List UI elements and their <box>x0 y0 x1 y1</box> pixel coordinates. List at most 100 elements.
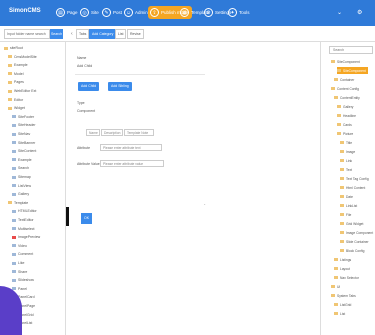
chevron-down-icon[interactable]: ⌄ <box>337 9 342 16</box>
breadcrumb-add-category[interactable]: Add Category <box>89 29 117 39</box>
folder-icon <box>4 46 8 50</box>
component-tree-item[interactable]: Image Component <box>340 229 373 236</box>
settings-icon: ⚙ <box>204 8 213 17</box>
sidebar-tree-item[interactable]: Slideshow <box>12 276 34 284</box>
component-tree-item[interactable]: Container <box>334 76 354 83</box>
publish-icon: ⇪ <box>150 8 159 17</box>
tab-tools[interactable]: ✦ Tools <box>228 6 250 19</box>
add-child-button[interactable]: Add Child <box>78 82 100 91</box>
filter-tab-description[interactable]: Description <box>101 129 123 136</box>
folder-icon <box>331 87 335 90</box>
component-tree-item[interactable]: UI <box>331 283 340 290</box>
component-tree-item[interactable]: Layout <box>334 265 350 272</box>
filter-tab-template-note[interactable]: Template Note <box>124 129 154 136</box>
component-tree-item[interactable]: Text <box>340 166 352 173</box>
component-tree-item[interactable]: Image <box>340 148 355 155</box>
component-tree-item[interactable]: Nav Selector <box>334 274 359 281</box>
file-icon <box>12 270 16 274</box>
component-tree-item[interactable]: Slide Container <box>340 238 369 245</box>
component-tree-item[interactable]: Text Tag Config <box>340 175 369 182</box>
sidebar-tree-item[interactable]: TextEditor <box>12 216 34 224</box>
add-sibling-button[interactable]: Add Sibling <box>108 82 132 91</box>
component-tree-item[interactable]: Link <box>340 157 352 164</box>
sidebar-tree-item[interactable]: Search <box>12 164 29 172</box>
folder-icon <box>334 276 338 279</box>
sidebar-tree-item[interactable]: SiteBanner <box>12 139 35 147</box>
component-tree-item[interactable]: Grid Widget <box>340 220 363 227</box>
component-tree-item[interactable]: List <box>334 310 345 317</box>
component-tree-item[interactable]: Picture <box>337 130 353 137</box>
sidebar-tree-label: Example <box>18 157 32 162</box>
component-tree-item[interactable]: System Tabs <box>331 292 356 299</box>
sidebar-tree-item[interactable]: Video <box>12 242 27 250</box>
component-tree-item[interactable]: ContentEntity <box>334 94 360 101</box>
component-tree-item[interactable]: Content Config <box>331 85 359 92</box>
gear-icon[interactable]: ⚙ <box>357 9 362 16</box>
component-tree-label: SiteComponent <box>343 68 366 73</box>
component-tree-item[interactable]: Title <box>340 139 352 146</box>
component-tree-item[interactable]: Headline <box>337 112 356 119</box>
component-tree-item[interactable]: SiteComponent <box>331 58 360 65</box>
center-dot: · <box>204 202 206 208</box>
file-icon <box>12 261 16 265</box>
sidebar-tree-item[interactable]: SiteContent <box>12 147 36 155</box>
component-tree-item[interactable]: Listings <box>334 256 351 263</box>
component-tree-item[interactable]: Html Content <box>340 184 365 191</box>
sidebar-tree-label: CmsModelSite <box>14 54 37 59</box>
sidebar-tree-label: ImagePreview <box>18 235 41 240</box>
component-tree-item[interactable]: Block Config <box>340 247 365 254</box>
component-tree-label: ListGrid <box>340 302 352 307</box>
component-tree-item[interactable]: ListGrid <box>334 301 351 308</box>
sidebar-tree-item[interactable]: ImagePreview <box>12 233 40 241</box>
attribute-value-input[interactable]: Please enter attribute value <box>100 160 164 167</box>
sidebar-tree-item[interactable]: WebEditor Ext <box>8 87 36 95</box>
sidebar-tree-item[interactable]: Pages <box>8 78 24 86</box>
sidebar-tree-item[interactable]: Example <box>8 61 28 69</box>
file-icon <box>12 141 16 145</box>
sidebar-tree-item[interactable]: Editor <box>8 96 23 104</box>
tab-post[interactable]: ✎ Post <box>102 6 122 19</box>
app-logo[interactable]: SimonCMS <box>9 8 41 14</box>
sidebar-tree-item[interactable]: Example <box>12 156 32 164</box>
sub-header: Input folder name search Search ‹ Tabs A… <box>0 26 375 42</box>
back-arrow-icon[interactable]: ‹ <box>71 31 73 37</box>
component-tree-item[interactable]: Date <box>340 193 353 200</box>
sidebar-tree-item[interactable]: siteRoot <box>4 44 23 52</box>
sidebar-tree-item[interactable]: Model <box>8 70 24 78</box>
attribute-input[interactable]: Please enter attribute text <box>100 144 162 151</box>
breadcrumb-revise[interactable]: Revise <box>127 29 144 39</box>
folder-search-input[interactable]: Input folder name search <box>4 29 50 39</box>
component-tree-item[interactable]: File <box>340 211 351 218</box>
sidebar-tree-item[interactable]: Multiselect <box>12 225 35 233</box>
component-tree-item[interactable]: Gallery <box>337 103 353 110</box>
sidebar-tree-item[interactable]: SiteHeader <box>12 121 36 129</box>
tab-site[interactable]: ◎ Site <box>80 6 99 19</box>
component-search-input[interactable]: Search <box>329 46 373 54</box>
filter-tab-name[interactable]: Name <box>86 129 100 136</box>
breadcrumb-list[interactable]: List <box>115 29 127 39</box>
sidebar-tree-item[interactable]: Sitemap <box>12 173 31 181</box>
component-tree-item[interactable]: Cards <box>337 121 352 128</box>
component-tree-item[interactable]: LinkList <box>340 202 357 209</box>
breadcrumb-tabs[interactable]: Tabs <box>76 29 90 39</box>
sidebar-tree-item[interactable]: SiteFooter <box>12 113 34 121</box>
sidebar-tree-item[interactable]: SiteNav <box>12 130 30 138</box>
file-icon <box>12 123 16 127</box>
sidebar-tree-item[interactable]: CmsModelSite <box>8 53 37 61</box>
folder-search-button[interactable]: Search <box>50 29 63 39</box>
component-tree-label: Link <box>346 158 353 163</box>
sidebar-tree-item[interactable]: Template <box>8 199 28 207</box>
sidebar-tree-item[interactable]: Comment <box>12 250 33 258</box>
sidebar-tree-item[interactable]: Share <box>12 268 27 276</box>
component-tree-item[interactable]: SiteComponent <box>337 67 368 74</box>
sidebar-tree-item[interactable]: ListView <box>12 182 31 190</box>
tab-admin[interactable]: ☺ Admin <box>124 6 148 19</box>
folder-icon <box>334 303 338 306</box>
ok-button[interactable]: OK <box>81 213 92 224</box>
sidebar-tree-item[interactable]: Widget <box>8 104 25 112</box>
sidebar-tree-item[interactable]: Like <box>12 259 24 267</box>
panel-resize-handle[interactable] <box>66 207 69 226</box>
tab-page[interactable]: ▤ Page <box>56 6 78 19</box>
sidebar-tree-item[interactable]: HTMLEditor <box>12 207 37 215</box>
sidebar-tree-item[interactable]: Gallery <box>12 190 29 198</box>
